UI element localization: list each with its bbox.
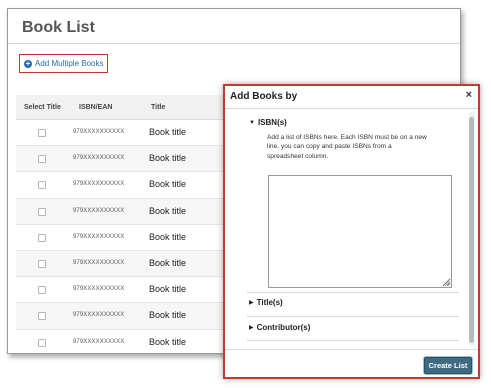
isbn-textarea[interactable] <box>268 175 452 288</box>
scrollbar-thumb[interactable] <box>469 117 474 343</box>
triangle-right-icon: ▶ <box>249 325 254 331</box>
plus-circle-icon: + <box>24 58 32 68</box>
select-checkbox[interactable] <box>38 129 46 137</box>
select-checkbox[interactable] <box>38 233 46 242</box>
select-checkbox[interactable] <box>38 259 46 268</box>
isbn-cell: 979XXXXXXXXXX <box>73 181 125 188</box>
title-cell: Book title <box>149 284 187 295</box>
modal-footer-divider <box>225 349 478 350</box>
add-multiple-books-label: Add Multiple Books <box>35 59 104 68</box>
section-divider <box>247 292 459 293</box>
contributor-section-toggle[interactable]: ▶ Contributor(s) <box>249 323 310 332</box>
select-checkbox[interactable] <box>38 312 46 321</box>
section-divider <box>247 340 459 341</box>
modal-title: Add Books by <box>230 91 298 102</box>
contributor-section-label: Contributor(s) <box>256 323 311 332</box>
isbn-cell: 979XXXXXXXXXX <box>73 338 125 345</box>
isbn-cell: 979XXXXXXXXXX <box>73 129 125 135</box>
triangle-right-icon: ▶ <box>249 300 254 306</box>
create-list-button[interactable]: Create List <box>424 357 472 374</box>
add-multiple-books-button[interactable]: + Add Multiple Books <box>19 54 109 73</box>
isbn-cell: 979XXXXXXXXXX <box>73 312 125 319</box>
section-divider <box>247 316 459 317</box>
isbn-section-toggle[interactable]: ▼ ISBN(s) <box>249 118 287 127</box>
title-cell: Book title <box>149 336 187 347</box>
select-checkbox[interactable] <box>38 181 46 190</box>
isbn-cell: 979XXXXXXXXXX <box>73 155 125 162</box>
modal-body: ▼ ISBN(s) Add a list of ISBNs here. Each… <box>225 109 478 347</box>
title-cell: Book title <box>149 127 187 137</box>
column-header-isbn: ISBN/EAN <box>79 104 113 111</box>
title-cell: Book title <box>149 153 187 164</box>
title-cell: Book title <box>149 179 187 190</box>
close-icon[interactable]: × <box>466 89 472 101</box>
resize-grip-icon[interactable] <box>443 279 451 287</box>
isbn-cell: 979XXXXXXXXXX <box>73 233 125 240</box>
select-checkbox[interactable] <box>38 155 46 164</box>
title-cell: Book title <box>149 205 187 216</box>
isbn-help-text: Add a list of ISBNs here. Each ISBN must… <box>267 134 427 160</box>
isbn-cell: 979XXXXXXXXXX <box>73 286 125 293</box>
select-checkbox[interactable] <box>38 286 46 295</box>
isbn-cell: 979XXXXXXXXXX <box>73 207 125 214</box>
page-title: Book List <box>22 19 95 36</box>
select-checkbox[interactable] <box>38 207 46 216</box>
title-divider <box>8 43 460 44</box>
isbn-section-label: ISBN(s) <box>257 118 287 127</box>
column-header-select: Select Title <box>24 104 61 111</box>
title-section-toggle[interactable]: ▶ Title(s) <box>249 298 283 307</box>
title-cell: Book title <box>149 231 187 242</box>
select-checkbox[interactable] <box>38 338 46 347</box>
title-cell: Book title <box>149 310 187 321</box>
column-header-title: Title <box>151 104 166 111</box>
title-section-label: Title(s) <box>256 298 283 307</box>
triangle-down-icon: ▼ <box>249 119 255 126</box>
add-books-modal: Add Books by × ▼ ISBN(s) Add a list of I… <box>223 84 480 379</box>
title-cell: Book title <box>149 257 187 268</box>
isbn-cell: 979XXXXXXXXXX <box>73 259 125 266</box>
